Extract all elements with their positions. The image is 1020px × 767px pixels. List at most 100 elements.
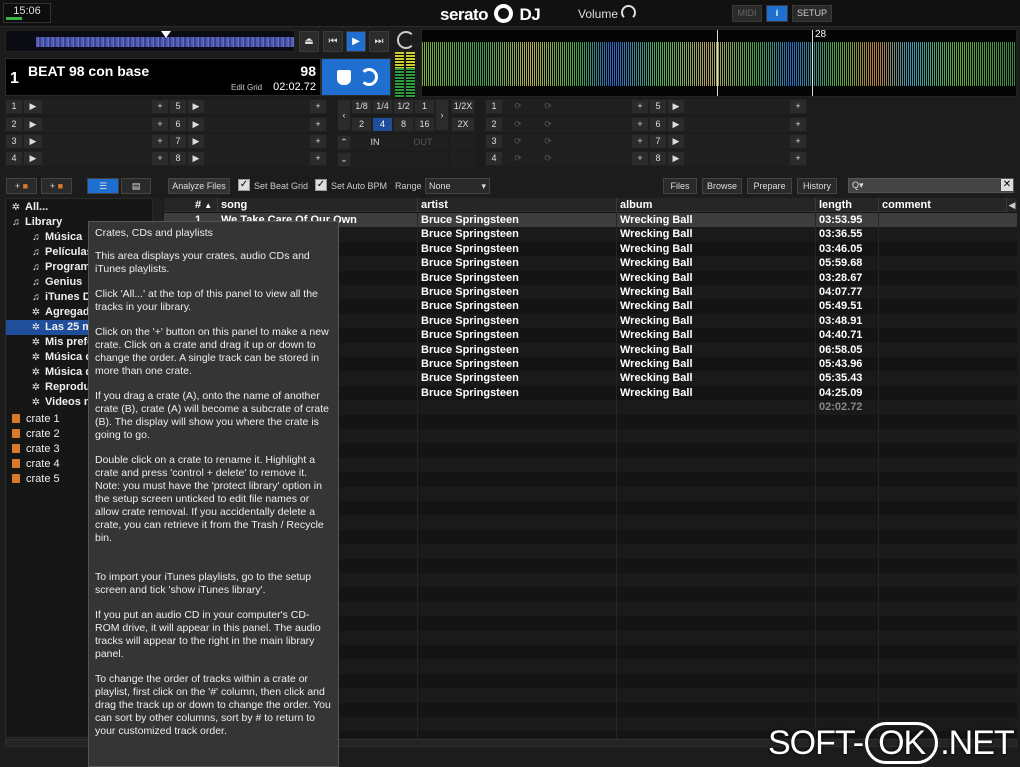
cue-play-button[interactable]: ▶ [667,117,685,132]
play-button[interactable]: ▶ [346,31,366,52]
tempo-knob[interactable] [397,31,415,49]
loop-slot[interactable] [451,135,475,150]
loop-in-button[interactable]: IN [351,135,399,150]
cue-slot[interactable] [685,134,789,149]
cue-play-button[interactable]: ▶ [187,117,205,132]
chevron-up-icon[interactable]: ⌃ [337,135,351,150]
column-menu-icon[interactable]: ◀ [1007,198,1017,212]
cue-play-button[interactable]: ▶ [23,99,43,114]
cue-play-button[interactable]: ▶ [667,99,685,114]
cue-slot[interactable] [205,134,309,149]
list-view-icon[interactable]: ☰ [87,178,119,194]
close-icon[interactable]: ✕ [1001,179,1013,191]
cue-slot[interactable] [43,151,151,166]
add-cue-button[interactable]: + [789,117,807,132]
add-cue-button[interactable]: + [151,134,169,149]
cue-play-button[interactable]: ▶ [23,151,43,166]
sidebar-item-all[interactable]: ✲ All... [6,200,152,215]
loop-size-button[interactable]: 16 [414,117,435,132]
column-header-comment[interactable]: comment [879,198,1007,212]
cue-slot[interactable] [205,151,309,166]
loop-icon[interactable]: ⟳ [533,117,563,132]
add-subcrate-button[interactable]: + ■ [41,178,72,194]
loop-icon[interactable]: ⟳ [533,151,563,166]
cue-play-button[interactable]: ▶ [667,151,685,166]
loop-size-button-active[interactable]: 4 [372,117,393,132]
add-cue-button[interactable]: + [151,117,169,132]
add-cue-button[interactable]: + [151,151,169,166]
loop-size-button[interactable]: 1/2 [393,99,414,114]
sync-icon[interactable] [360,68,378,86]
add-cue-button[interactable]: + [789,151,807,166]
cue-play-button[interactable]: ▶ [187,99,205,114]
set-auto-bpm-checkbox[interactable]: ✓ [315,179,327,191]
add-cue-button[interactable]: + [789,134,807,149]
main-waveform[interactable] [421,29,1017,97]
loop-size-button[interactable]: 1 [414,99,435,114]
cue-slot[interactable] [43,99,151,114]
prepare-button[interactable]: Prepare [747,178,792,194]
cue-slot[interactable] [563,99,631,114]
add-cue-button[interactable]: + [631,151,649,166]
history-button[interactable]: History [797,178,837,194]
loop-icon[interactable]: ⟳ [503,134,533,149]
cue-play-button[interactable]: ▶ [23,117,43,132]
add-cue-button[interactable]: + [309,134,327,149]
loop-size-button[interactable]: 8 [393,117,414,132]
detail-view-icon[interactable]: ▤ [121,178,151,194]
add-cue-button[interactable]: + [309,99,327,114]
add-crate-button[interactable]: + ■ [6,178,37,194]
cue-play-button[interactable]: ▶ [187,134,205,149]
loop-icon[interactable]: ⟳ [503,151,533,166]
add-cue-button[interactable]: + [789,99,807,114]
loop-icon[interactable]: ⟳ [533,99,563,114]
column-header-song[interactable]: song [218,198,418,212]
edit-grid-button[interactable]: Edit Grid [231,83,262,92]
cue-slot[interactable] [685,117,789,132]
add-cue-button[interactable]: + [631,99,649,114]
cue-play-button[interactable]: ▶ [23,134,43,149]
cue-slot[interactable] [43,134,151,149]
browse-button[interactable]: Browse [702,178,742,194]
loop-size-button[interactable]: 1/8 [351,99,372,114]
range-select[interactable]: None ▾ [425,178,490,194]
track-overview-waveform[interactable] [5,30,295,52]
set-beat-grid-checkbox[interactable]: ✓ [238,179,250,191]
column-header-album[interactable]: album [617,198,816,212]
loop-icon[interactable]: ⟳ [503,117,533,132]
add-cue-button[interactable]: + [151,99,169,114]
previous-button[interactable]: ⏮ [323,31,343,52]
next-button[interactable]: ⏭ [369,31,389,52]
loop-size-button[interactable]: 2 [351,117,372,132]
cue-slot[interactable] [205,99,309,114]
cue-slot[interactable] [685,99,789,114]
midi-button[interactable]: MIDI [732,5,762,22]
add-cue-button[interactable]: + [309,151,327,166]
loop-icon[interactable]: ⟳ [533,134,563,149]
cue-icon[interactable] [337,70,351,85]
cue-slot[interactable] [563,117,631,132]
loop-size-button[interactable]: 1/2X [451,99,475,114]
info-button[interactable]: i [766,5,788,22]
analyze-files-button[interactable]: Analyze Files [168,178,230,194]
loop-slot[interactable] [451,152,475,167]
cue-play-button[interactable]: ▶ [187,151,205,166]
loop-halve-button[interactable]: ‹ [337,99,351,131]
column-header-artist[interactable]: artist [418,198,617,212]
loop-icon[interactable]: ⟳ [503,99,533,114]
cue-slot[interactable] [563,151,631,166]
add-cue-button[interactable]: + [309,117,327,132]
cue-slot[interactable] [685,151,789,166]
cue-slot[interactable] [43,117,151,132]
loop-size-button[interactable]: 1/4 [372,99,393,114]
volume-knob[interactable] [621,5,636,20]
cue-slot[interactable] [563,134,631,149]
add-cue-button[interactable]: + [631,134,649,149]
cue-play-button[interactable]: ▶ [667,134,685,149]
add-cue-button[interactable]: + [631,117,649,132]
setup-button[interactable]: SETUP [792,5,832,22]
eject-button[interactable]: ⏏ [299,31,319,52]
loop-out-button[interactable]: OUT [399,135,447,150]
column-header-length[interactable]: length [816,198,879,212]
cue-slot[interactable] [205,117,309,132]
